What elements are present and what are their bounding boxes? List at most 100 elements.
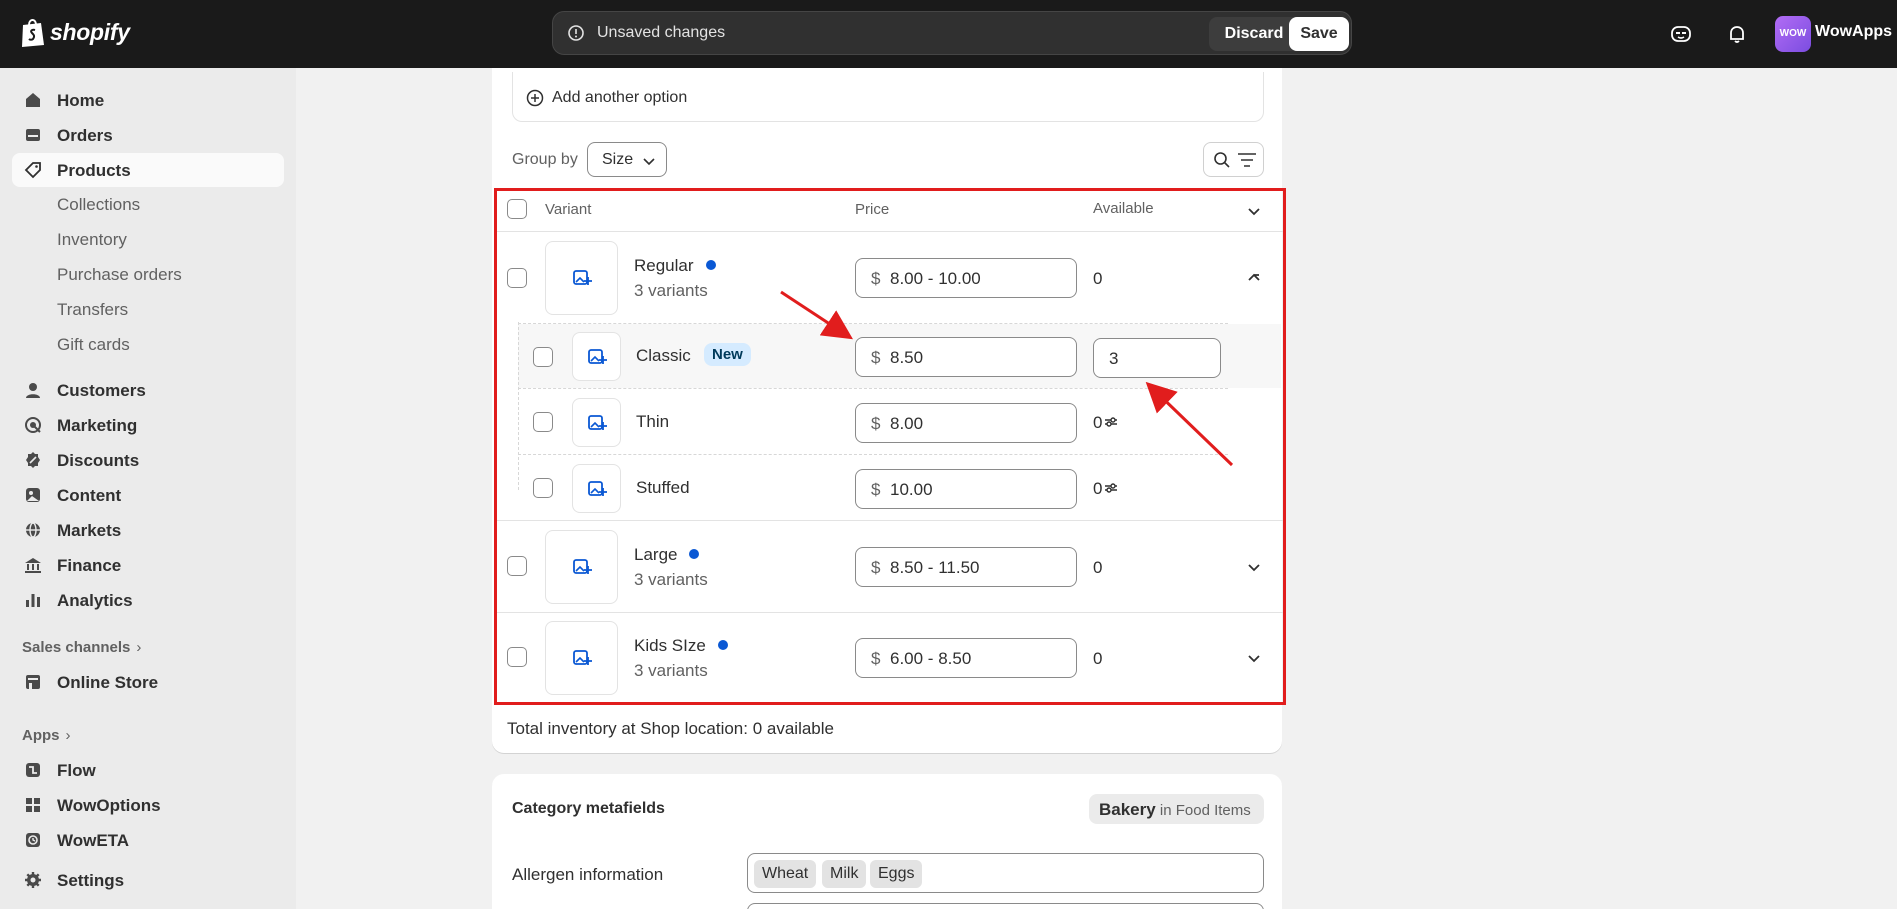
classic-variant-checkbox[interactable] (533, 347, 553, 367)
apps-label: Apps (22, 727, 60, 744)
save-button[interactable]: Save (1289, 17, 1349, 51)
store-avatar[interactable]: WOW (1775, 16, 1811, 52)
large-price-input[interactable]: $ 8.50 - 11.50 (855, 547, 1077, 587)
category-badge[interactable]: Bakery in Food Items (1089, 794, 1264, 824)
thin-variant-checkbox[interactable] (533, 412, 553, 432)
alert-circle-icon (568, 25, 584, 41)
flow-icon (26, 763, 40, 777)
store-name[interactable]: WowApps (1815, 23, 1892, 41)
sidebar-item-customers[interactable]: Customers (12, 373, 284, 407)
category-metafields-title: Category metafields (512, 800, 665, 817)
sidebar-item-settings[interactable]: Settings (12, 863, 284, 897)
sidebar-item-label: Orders (57, 126, 113, 145)
price-column-header: Price (855, 201, 890, 218)
classic-available-input[interactable]: 3 (1093, 338, 1221, 378)
classic-image-placeholder[interactable] (572, 332, 621, 381)
total-inventory-text: Total inventory at Shop location: 0 avai… (507, 719, 834, 738)
sidebar-item-products[interactable]: Products (12, 153, 284, 187)
sidebar-subitem-gift-cards[interactable]: Gift cards (57, 335, 130, 355)
regular-price-input[interactable]: $ 8.00 - 10.00 (855, 258, 1077, 298)
add-image-icon (572, 559, 592, 574)
sidebar-subitem-transfers[interactable]: Transfers (57, 300, 128, 320)
large-group-checkbox[interactable] (507, 556, 527, 576)
thin-available[interactable]: 0 (1093, 413, 1118, 433)
allergen-information-input[interactable]: Wheat Milk Eggs (747, 853, 1264, 893)
kids-size-group-name[interactable]: Kids SIze (634, 636, 728, 656)
sidebar-item-flow[interactable]: Flow (12, 753, 284, 787)
clock-app-icon (26, 833, 40, 847)
thin-price-input[interactable]: $ 8.00 (855, 403, 1077, 443)
regular-group-name[interactable]: Regular (634, 256, 716, 276)
large-image-placeholder[interactable] (545, 530, 618, 604)
group-by-value: Size (602, 151, 634, 168)
stuffed-price-input[interactable]: $ 10.00 (855, 469, 1077, 509)
select-all-checkbox[interactable] (507, 199, 527, 219)
kids-size-image-placeholder[interactable] (545, 621, 618, 695)
classic-price-input[interactable]: $ 8.50 (855, 337, 1077, 377)
sidebar-item-wowoptions[interactable]: WowOptions (12, 788, 284, 822)
add-image-icon (572, 650, 592, 665)
chevron-up-icon[interactable] (1246, 270, 1262, 286)
stuffed-available[interactable]: 0 (1093, 479, 1118, 499)
variant-column-header: Variant (545, 201, 592, 218)
large-group-name[interactable]: Large (634, 545, 700, 565)
target-icon (25, 417, 41, 433)
kids-size-group-checkbox[interactable] (507, 647, 527, 667)
price-value: 8.00 - 10.00 (890, 269, 981, 288)
allergen-tag-wheat[interactable]: Wheat (754, 860, 817, 888)
classic-variant-name[interactable]: Classic (636, 346, 691, 366)
stuffed-variant-name[interactable]: Stuffed (636, 478, 690, 498)
header-divider (497, 231, 1283, 232)
shopify-logo[interactable]: shopify (20, 16, 130, 48)
regular-group-checkbox[interactable] (507, 268, 527, 288)
sidebar-item-analytics[interactable]: Analytics (12, 583, 284, 617)
unsaved-changes-bar: Unsaved changes Discard Save (552, 11, 1352, 55)
sales-channels-heading[interactable]: Sales channels › (22, 639, 141, 656)
regular-image-placeholder[interactable] (545, 241, 618, 315)
adjust-icon (1105, 417, 1118, 427)
add-another-option-button[interactable]: Add another option (526, 89, 687, 107)
thin-image-placeholder[interactable] (572, 398, 621, 447)
kids-size-available: 0 (1093, 649, 1103, 668)
group-name-text: Regular (634, 256, 694, 275)
sidebar-item-marketing[interactable]: Marketing (12, 408, 284, 442)
sales-channels-label: Sales channels (22, 639, 131, 656)
sidebar-item-content[interactable]: Content (12, 478, 284, 512)
sidebar-subitem-inventory[interactable]: Inventory (57, 230, 127, 250)
group-by-select[interactable]: Size (587, 142, 667, 177)
chevron-down-icon[interactable] (1246, 650, 1262, 666)
sidebar-item-discounts[interactable]: Discounts (12, 443, 284, 477)
sidebar-item-home[interactable]: Home (12, 83, 284, 117)
sidebar-subitem-purchase-orders[interactable]: Purchase orders (57, 265, 182, 285)
sidebar-item-orders[interactable]: Orders (12, 118, 284, 152)
search-filter-button[interactable] (1203, 142, 1264, 177)
bell-icon[interactable] (1725, 22, 1749, 46)
sidebar-subitem-collections[interactable]: Collections (57, 195, 140, 215)
price-value: 8.50 (890, 348, 924, 367)
kids-size-price-input[interactable]: $ 6.00 - 8.50 (855, 638, 1077, 678)
chevron-down-icon[interactable] (1246, 559, 1262, 575)
allergen-tag-eggs[interactable]: Eggs (870, 860, 923, 888)
unsaved-changes-text: Unsaved changes (597, 24, 726, 41)
stuffed-image-placeholder[interactable] (572, 464, 621, 513)
thin-variant-name[interactable]: Thin (636, 412, 669, 432)
discard-button[interactable]: Discard (1209, 17, 1299, 51)
sidebar-item-label: Markets (57, 521, 122, 540)
sidebar-item-markets[interactable]: Markets (12, 513, 284, 547)
globe-icon (26, 522, 40, 538)
stuffed-variant-checkbox[interactable] (533, 478, 553, 498)
apps-heading[interactable]: Apps › (22, 727, 71, 744)
content-icon (26, 488, 40, 502)
sidebar-item-woweta[interactable]: WowETA (12, 823, 284, 857)
tree-line (518, 322, 519, 490)
price-value: 8.00 (890, 414, 924, 433)
price-value: 6.00 - 8.50 (890, 649, 972, 668)
sidebar-item-online-store[interactable]: Online Store (12, 665, 284, 699)
available-column-header: Available (1093, 200, 1154, 217)
large-variant-count: 3 variants (634, 570, 708, 589)
sidebar-item-finance[interactable]: Finance (12, 548, 284, 582)
next-metafield-input[interactable] (747, 903, 1264, 909)
allergen-tag-milk[interactable]: Milk (822, 860, 867, 888)
chevron-down-icon[interactable] (1246, 203, 1262, 219)
sidekick-icon[interactable] (1669, 22, 1693, 46)
